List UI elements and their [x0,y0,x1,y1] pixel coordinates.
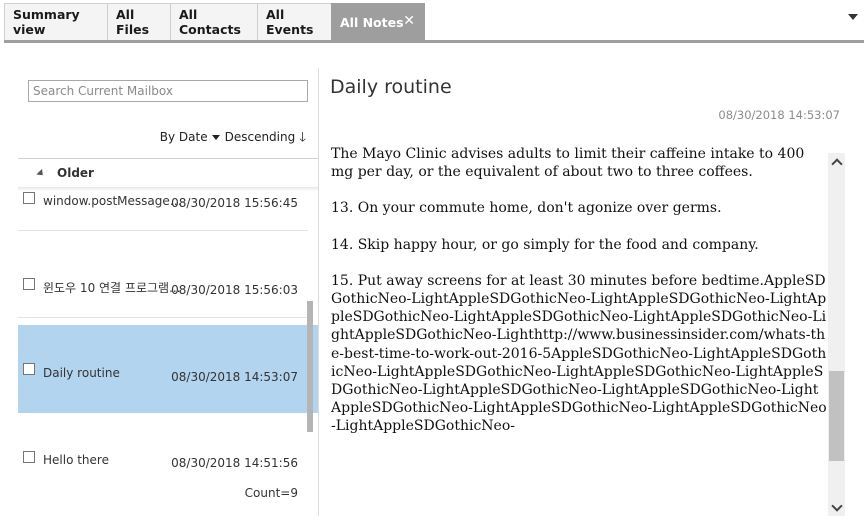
note-detail-pane: Daily routine 08/30/2018 14:53:07 The Ma… [319,43,864,522]
sort-order-label: Descending [224,130,296,144]
note-date: 08/30/2018 14:51:56 [171,456,298,470]
tab-label: All Contacts [179,7,241,37]
row-checkbox[interactable] [23,363,35,375]
note-date: 08/30/2018 15:56:45 [171,196,298,210]
row-checkbox[interactable] [23,278,35,290]
chevron-down-icon[interactable] [848,14,858,20]
group-header[interactable]: Older [18,159,318,187]
note-subject: 윈도우 10 연결 프로그램... [43,281,181,295]
chevron-up-icon[interactable] [828,153,845,170]
note-paragraph: 15. Put away screens for at least 30 min… [331,272,827,435]
item-count: Count=9 [244,486,298,500]
note-subject: window.postMessage 이... [43,194,183,208]
tab-label: All Events [266,7,314,37]
tab-label: Summary view [13,7,80,37]
scrollbar-thumb[interactable] [829,371,844,461]
tab-all-files[interactable]: All Files [107,3,171,40]
tab-label: All Notes [340,14,404,30]
note-body: The Mayo Clinic advises adults to limit … [331,145,827,436]
list-item-selected[interactable]: Daily routine 08/30/2018 14:53:07 [18,325,318,413]
caret-down-icon [211,134,220,140]
group-header-shadow [18,187,318,191]
note-scrollbar[interactable] [828,153,845,516]
list-item[interactable]: 윈도우 10 연결 프로그램... 08/30/2018 15:56:03 [18,231,308,318]
chevron-down-icon[interactable] [828,499,845,516]
row-checkbox[interactable] [23,192,35,204]
note-list: window.postMessage 이... 08/30/2018 15:56… [18,158,318,474]
note-date: 08/30/2018 14:53:07 [171,370,298,384]
note-body-viewport[interactable]: The Mayo Clinic advises adults to limit … [331,131,827,522]
group-label: Older [57,166,94,180]
note-subject: Daily routine [43,366,120,380]
note-paragraph: 13. On your commute home, don't agonize … [331,200,722,217]
list-item[interactable]: Hello there 08/30/2018 14:51:56 [18,413,308,474]
note-paragraph: 14. Skip happy hour, or go simply for th… [331,236,759,253]
sort-field-label: By Date [159,130,208,144]
note-subject: Hello there [43,453,109,467]
tab-all-contacts[interactable]: All Contacts [170,3,258,40]
search-input[interactable] [28,80,308,102]
close-icon[interactable]: ✕ [403,13,415,29]
sort-field-dropdown[interactable]: By Date [160,130,220,144]
row-checkbox[interactable] [23,451,35,463]
tab-summary-view[interactable]: Summary view [4,3,108,40]
note-timestamp: 08/30/2018 14:53:07 [718,108,840,122]
note-title: Daily routine [330,76,452,98]
list-scrollbar-thumb[interactable] [307,301,313,432]
tab-label: All Files [116,7,150,37]
note-paragraph: The Mayo Clinic advises adults to limit … [331,146,805,181]
sort-bar: By Date Descending 🡓 [160,130,306,144]
note-date: 08/30/2018 15:56:03 [171,283,298,297]
tab-all-notes[interactable]: All Notes ✕ [331,3,425,40]
note-list-pane: By Date Descending 🡓 window.postMessage … [0,43,318,522]
tab-all-events[interactable]: All Events [257,3,332,40]
sort-order-toggle[interactable]: Descending 🡓 [225,130,306,144]
arrow-down-icon: 🡓 [299,129,306,145]
tab-bar: Summary view All Files All Contacts All … [0,0,864,43]
triangle-expand-icon[interactable] [36,168,46,178]
